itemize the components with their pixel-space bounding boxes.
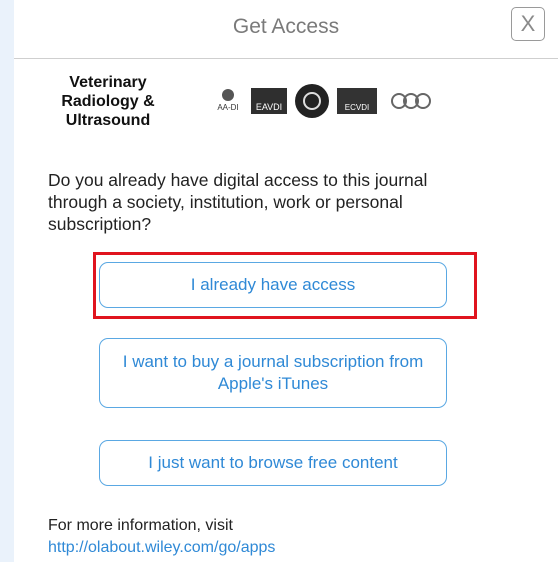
journal-name-line: Veterinary: [69, 74, 147, 91]
close-icon: X: [520, 11, 536, 36]
eavdi-logo-text: EAVDI: [255, 102, 283, 112]
dialog-header: Get Access X: [14, 0, 558, 59]
aavdi-logo-text: AA-DI: [217, 103, 239, 112]
browse-free-content-button[interactable]: I just want to browse free content: [99, 440, 447, 486]
globe-logo: [385, 88, 437, 114]
already-have-access-button[interactable]: I already have access: [99, 262, 447, 308]
journal-name: Veterinary Radiology & Ultrasound: [48, 73, 168, 130]
journal-name-line: Radiology &: [61, 93, 155, 110]
dialog-title: Get Access: [232, 15, 340, 38]
aavdi-logo: AA-DI: [213, 87, 243, 115]
footer-text: For more information, visit: [48, 517, 233, 534]
ecvdi-logo: ECVDI: [337, 88, 377, 114]
eavdi-logo: EAVDI: [251, 88, 287, 114]
society-logos: AA-DI EAVDI ECVDI: [213, 84, 513, 118]
journal-name-line: Ultrasound: [65, 112, 151, 129]
access-question: Do you already have digital access to th…: [48, 170, 428, 234]
buy-subscription-button[interactable]: I want to buy a journal subscription fro…: [99, 338, 447, 408]
close-button[interactable]: X: [511, 7, 545, 41]
info-link[interactable]: http://olabout.wiley.com/go/apps: [48, 537, 528, 559]
seal-logo: [295, 84, 329, 118]
ecvdi-logo-text: ECVDI: [344, 103, 370, 112]
get-access-dialog: Get Access X Veterinary Radiology & Ultr…: [14, 0, 558, 562]
footer-info: For more information, visit http://olabo…: [48, 515, 528, 559]
